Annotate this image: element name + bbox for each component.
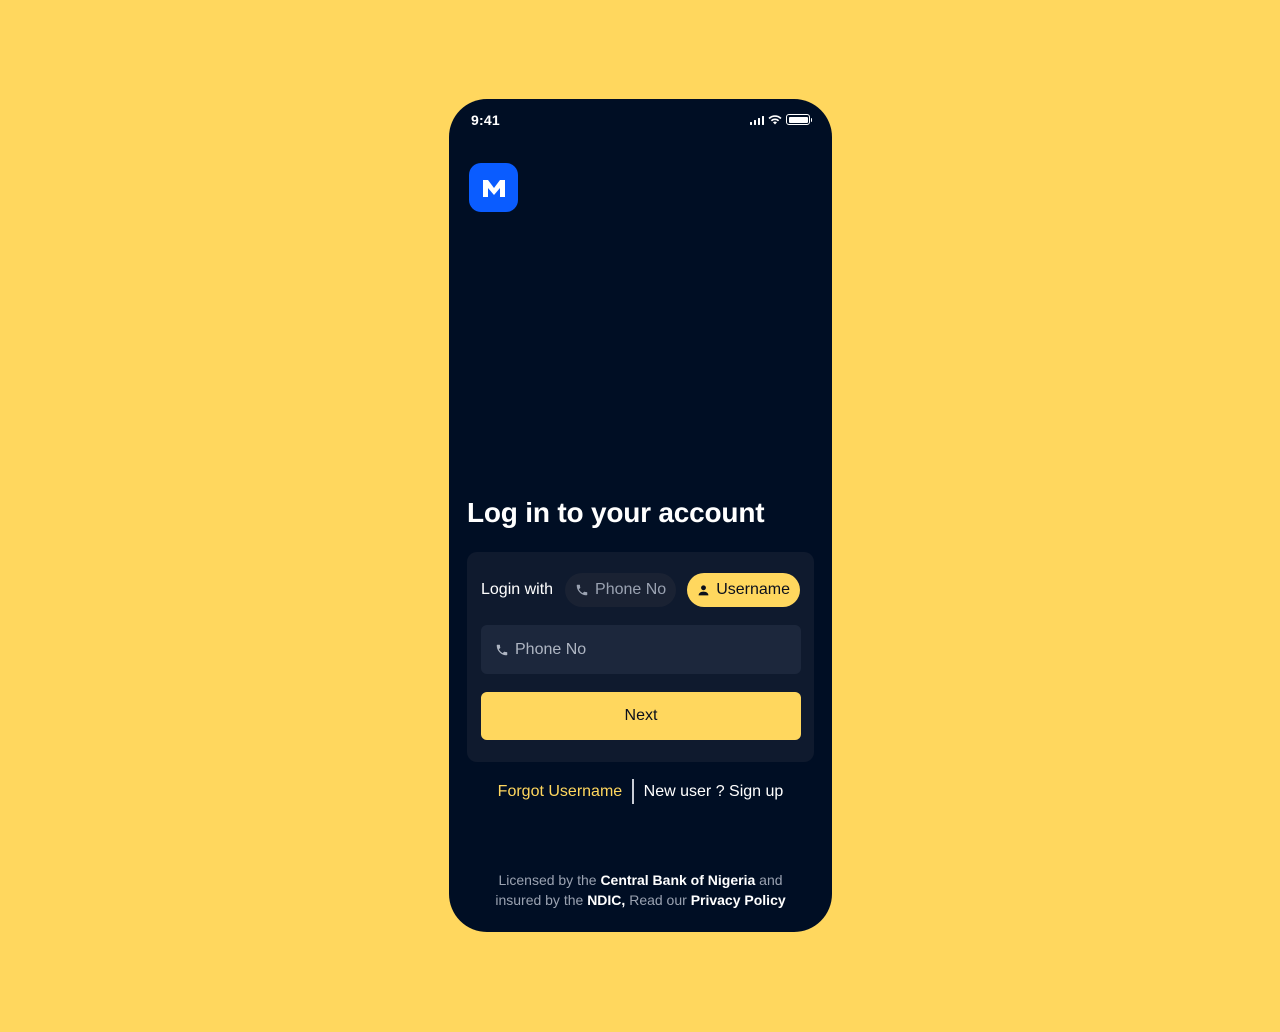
cbn-link[interactable]: Central Bank of Nigeria xyxy=(600,872,755,888)
phone-screen: 9:41 Log in to your account Login with P… xyxy=(449,99,832,932)
ndic-link[interactable]: NDIC, xyxy=(587,892,625,908)
links-divider xyxy=(632,779,634,804)
login-option-phone-label: Phone No xyxy=(595,581,667,598)
login-card: Login with Phone No Username Phone No Ne… xyxy=(467,552,814,762)
login-option-phone[interactable]: Phone No xyxy=(565,573,677,607)
m-logo-icon xyxy=(482,179,505,197)
footer-text: and xyxy=(755,872,783,888)
signup-link[interactable]: New user ? Sign up xyxy=(644,783,784,801)
status-time: 9:41 xyxy=(471,112,500,128)
login-with-label: Login with xyxy=(481,581,554,598)
user-icon xyxy=(698,584,709,595)
auth-links: Forgot Username New user ? Sign up xyxy=(449,779,832,804)
forgot-username-link[interactable]: Forgot Username xyxy=(498,783,623,801)
footer-text: Licensed by the xyxy=(498,872,601,888)
license-footer: Licensed by the Central Bank of Nigeria … xyxy=(449,870,832,910)
footer-line-1: Licensed by the Central Bank of Nigeria … xyxy=(449,870,832,890)
phone-input[interactable]: Phone No xyxy=(481,625,801,674)
phone-icon xyxy=(576,584,588,596)
status-bar: 9:41 xyxy=(449,99,832,143)
battery-icon xyxy=(786,114,812,125)
privacy-policy-link[interactable]: Privacy Policy xyxy=(691,892,786,908)
app-logo xyxy=(469,163,518,212)
wifi-icon xyxy=(768,114,782,124)
login-option-username-label: Username xyxy=(716,581,790,598)
footer-text: Read our xyxy=(625,892,691,908)
next-button[interactable]: Next xyxy=(481,692,801,740)
login-option-username[interactable]: Username xyxy=(687,573,800,607)
phone-input-placeholder: Phone No xyxy=(515,640,587,658)
footer-line-2: insured by the NDIC, Read our Privacy Po… xyxy=(449,890,832,910)
footer-text: insured by the xyxy=(495,892,588,908)
cellular-signal-icon xyxy=(749,115,764,125)
login-method-row: Login with Phone No Username xyxy=(481,573,800,607)
page-title: Log in to your account xyxy=(467,497,765,528)
phone-icon xyxy=(496,644,508,655)
status-icons xyxy=(749,114,812,125)
